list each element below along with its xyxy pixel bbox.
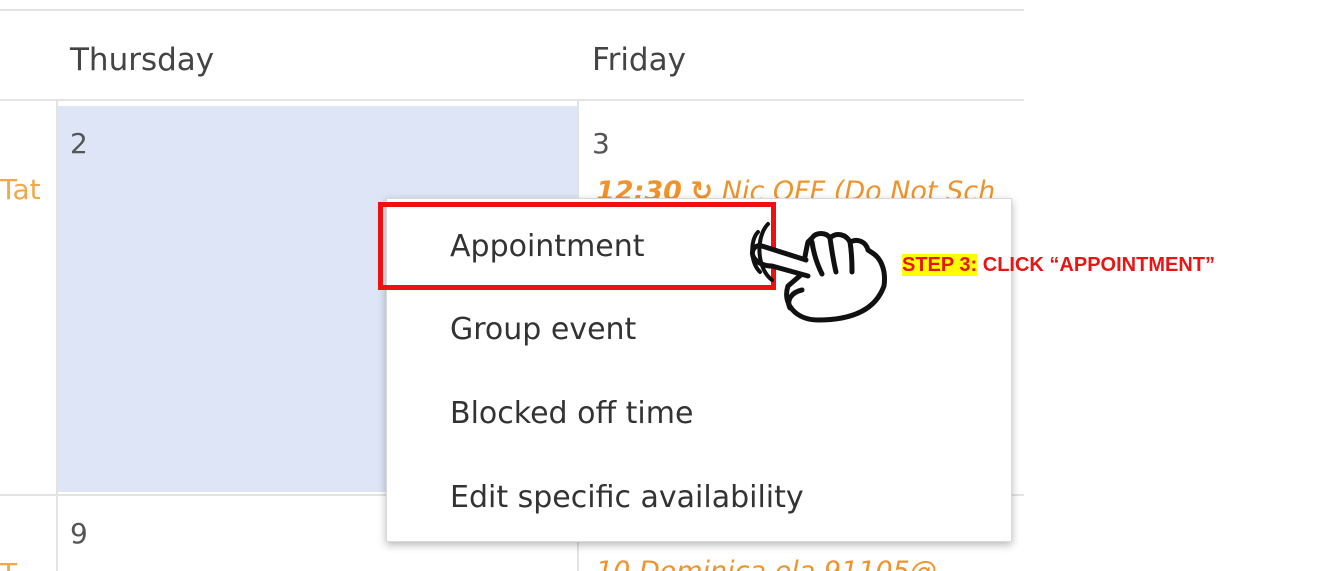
- friday-event-next-week[interactable]: 10 Dominica.ela 91105@: [596, 558, 1024, 571]
- hand-pointer-icon: [749, 222, 887, 323]
- previous-day-event-cut-bottom[interactable]: T: [0, 560, 40, 571]
- previous-day-event-cut[interactable]: Tat: [0, 176, 54, 204]
- menu-item-blocked-off-time[interactable]: Blocked off time: [450, 399, 693, 429]
- step-number-tag: STEP 3:: [902, 254, 978, 276]
- calendar-screenshot: Thursday Friday Tat T 2 3 9 12:30 ↻ Nic …: [0, 0, 1319, 571]
- step-instruction-text: CLICK “APPOINTMENT”: [977, 254, 1215, 276]
- grid-line-header-bottom: [0, 99, 1024, 101]
- date-number-thursday: 2: [70, 127, 88, 160]
- highlight-box: [378, 202, 776, 290]
- menu-item-group-event[interactable]: Group event: [450, 315, 636, 345]
- menu-item-edit-specific-availability[interactable]: Edit specific availability: [450, 483, 804, 513]
- grid-line-top: [0, 9, 1024, 11]
- day-header-thursday: Thursday: [70, 42, 215, 78]
- date-number-friday: 3: [592, 127, 610, 160]
- date-number-thursday-next: 9: [70, 517, 88, 550]
- day-header-friday: Friday: [592, 42, 686, 78]
- step-instruction-label: STEP 3: CLICK “APPOINTMENT”: [902, 254, 1215, 277]
